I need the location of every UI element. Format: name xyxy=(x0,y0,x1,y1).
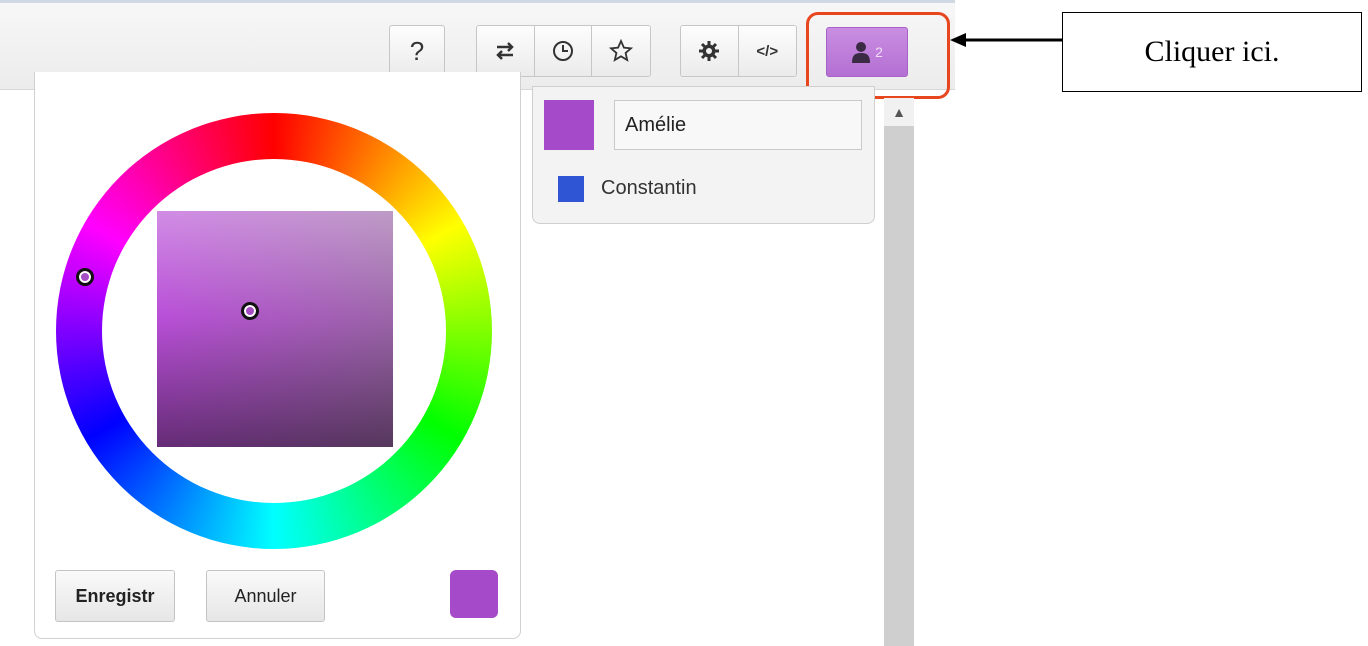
hue-handle[interactable] xyxy=(76,268,94,286)
chevron-up-icon: ▲ xyxy=(892,104,906,120)
user-color-swatch[interactable] xyxy=(544,100,594,150)
pointer-arrow xyxy=(950,33,1062,47)
users-count: 2 xyxy=(875,44,883,60)
user-name: Constantin xyxy=(601,177,697,199)
callout-text: Cliquer ici. xyxy=(1144,35,1280,68)
embed-button[interactable]: </> xyxy=(737,26,796,76)
save-button[interactable]: Enregistr xyxy=(55,570,175,622)
tools-button-group: </> xyxy=(680,25,797,77)
save-button-label: Enregistr xyxy=(75,585,155,606)
favorite-button[interactable] xyxy=(591,26,650,76)
settings-button[interactable] xyxy=(681,26,738,76)
callout-box: Cliquer ici. xyxy=(1062,12,1362,92)
saturation-value-square[interactable] xyxy=(157,211,393,447)
help-icon: ? xyxy=(409,35,425,66)
clock-icon xyxy=(553,41,573,61)
cancel-button[interactable]: Annuler xyxy=(206,570,325,622)
history-button[interactable] xyxy=(533,26,592,76)
user-name-input[interactable] xyxy=(614,100,862,150)
help-button[interactable]: ? xyxy=(389,25,445,77)
users-button[interactable]: 2 xyxy=(826,27,908,77)
user-icon xyxy=(852,42,871,63)
user-color-swatch xyxy=(558,176,584,202)
swap-button[interactable] xyxy=(477,26,534,76)
selected-color-preview xyxy=(450,570,498,618)
star-icon xyxy=(609,39,634,62)
history-button-group xyxy=(476,25,651,77)
scroll-up-button[interactable]: ▲ xyxy=(884,98,914,126)
saturation-handle[interactable] xyxy=(241,302,259,320)
cancel-button-label: Annuler xyxy=(234,585,297,606)
code-icon: </> xyxy=(756,42,779,60)
swap-arrows-icon xyxy=(496,42,515,60)
gear-icon xyxy=(699,41,720,61)
scrollbar[interactable] xyxy=(884,98,914,646)
